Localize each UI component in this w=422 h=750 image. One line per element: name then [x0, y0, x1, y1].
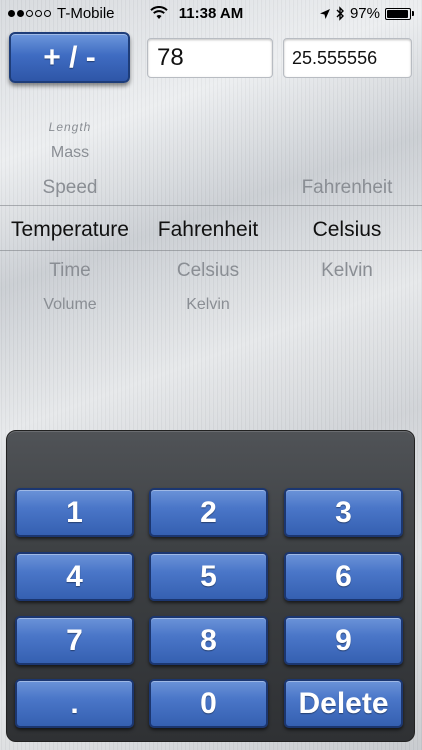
picker-selection-bottom-line — [0, 250, 422, 251]
picker-category-item[interactable]: Length — [0, 120, 140, 134]
picker-from-unit-selected[interactable]: Fahrenheit — [138, 218, 278, 242]
key-decimal[interactable]: . — [15, 679, 134, 728]
key-8[interactable]: 8 — [149, 616, 268, 665]
picker-to-unit-item[interactable]: Kelvin — [277, 260, 417, 282]
output-value-field[interactable]: 25.555556 — [283, 38, 412, 78]
picker-to-unit-item[interactable]: Fahrenheit — [277, 177, 417, 199]
picker-category-selected[interactable]: Temperature — [0, 218, 140, 242]
battery-fill — [387, 9, 409, 18]
key-0[interactable]: 0 — [149, 679, 268, 728]
location-arrow-icon — [319, 8, 330, 19]
picker-category-item[interactable]: Speed — [0, 177, 140, 199]
picker-from-unit-item[interactable]: Celsius — [138, 260, 278, 282]
picker-category-item[interactable]: Mass — [0, 144, 140, 162]
picker-category-item[interactable]: Time — [0, 260, 140, 282]
input-value-field[interactable]: 78 — [147, 38, 273, 78]
key-4[interactable]: 4 — [15, 552, 134, 601]
status-right: 97% — [319, 5, 414, 22]
picker-selection-top-line — [0, 205, 422, 206]
key-9[interactable]: 9 — [284, 616, 403, 665]
numeric-keypad: 1 2 3 4 5 6 7 8 9 . 0 Delete — [6, 430, 415, 742]
key-7[interactable]: 7 — [15, 616, 134, 665]
picker-to-unit-selected[interactable]: Celsius — [277, 218, 417, 242]
key-6[interactable]: 6 — [284, 552, 403, 601]
bluetooth-icon — [336, 6, 344, 21]
key-5[interactable]: 5 — [149, 552, 268, 601]
toggle-sign-button[interactable]: + / - — [9, 32, 130, 83]
picker-from-unit-item[interactable]: Kelvin — [138, 296, 278, 314]
key-2[interactable]: 2 — [149, 488, 268, 537]
status-bar: T-Mobile 11:38 AM 97% — [0, 0, 422, 28]
battery-percent: 97% — [349, 5, 380, 22]
delete-button[interactable]: Delete — [284, 679, 403, 728]
key-1[interactable]: 1 — [15, 488, 134, 537]
unit-picker[interactable]: Length Mass Speed Temperature Time Volum… — [0, 110, 422, 330]
key-3[interactable]: 3 — [284, 488, 403, 537]
battery-icon — [385, 7, 414, 20]
picker-category-item[interactable]: Volume — [0, 296, 140, 314]
